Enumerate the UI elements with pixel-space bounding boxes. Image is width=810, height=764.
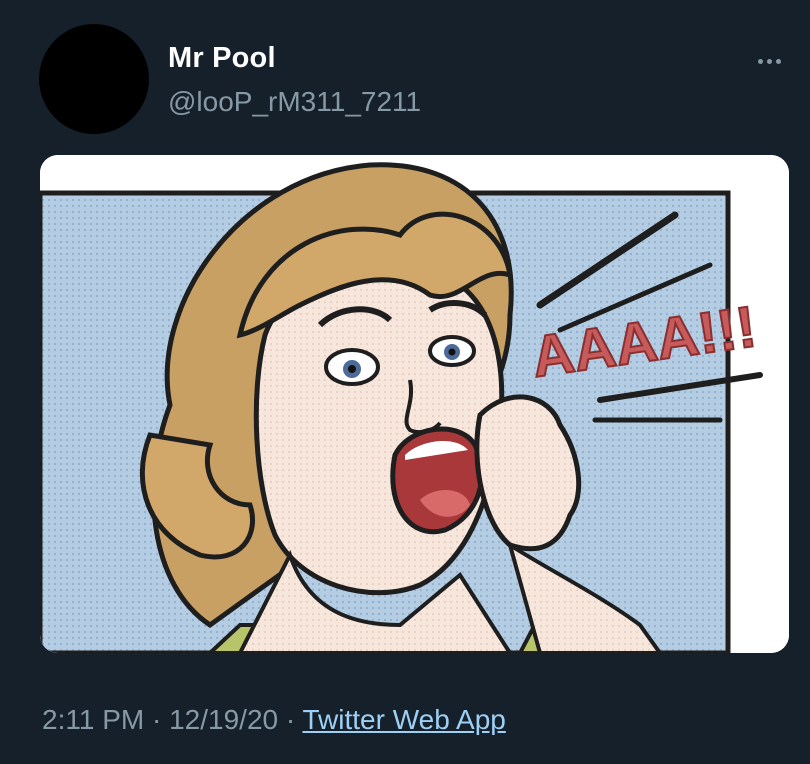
more-options-button[interactable] bbox=[749, 46, 789, 76]
tweet-media-image[interactable]: AAAA!!! bbox=[40, 155, 789, 653]
avatar[interactable] bbox=[39, 24, 149, 134]
tweet-time[interactable]: 2:11 PM bbox=[42, 704, 144, 735]
display-name[interactable]: Mr Pool bbox=[168, 42, 276, 75]
meta-separator: · bbox=[151, 704, 162, 735]
tweet-date[interactable]: 12/19/20 bbox=[169, 704, 278, 735]
meta-separator: · bbox=[285, 704, 296, 735]
comic-illustration: AAAA!!! bbox=[40, 155, 789, 653]
tweet-meta: 2:11 PM · 12/19/20 · Twitter Web App bbox=[42, 704, 506, 736]
ellipsis-icon bbox=[757, 58, 763, 64]
user-handle[interactable]: @looP_rM311_7211 bbox=[168, 86, 421, 118]
tweet-source-link[interactable]: Twitter Web App bbox=[302, 704, 505, 735]
